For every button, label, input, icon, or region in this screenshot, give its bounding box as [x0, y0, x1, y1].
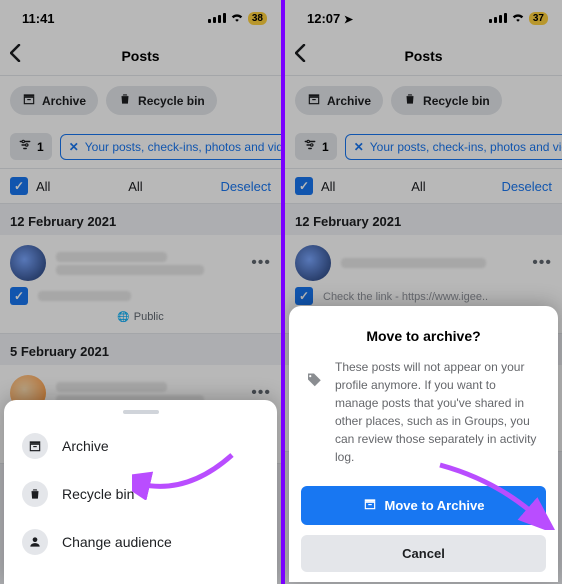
- trash-icon: [118, 92, 132, 109]
- sheet-recycle[interactable]: Recycle bin: [4, 470, 277, 518]
- post-menu-button[interactable]: •••: [532, 254, 552, 272]
- dialog-description: These posts will not appear on your prof…: [335, 358, 542, 466]
- filter-bar: 1 ✕ Your posts, check-ins, photos and vi…: [285, 125, 562, 169]
- select-all-center[interactable]: All: [128, 179, 142, 194]
- post-content: [56, 249, 241, 278]
- page-header: Posts: [0, 36, 281, 76]
- cancel-button-label: Cancel: [402, 546, 445, 561]
- date-header: 12 February 2021: [0, 204, 281, 235]
- filter-count: 1: [322, 140, 329, 154]
- wifi-icon: [230, 11, 244, 25]
- battery-badge: 37: [529, 12, 548, 25]
- select-all-center[interactable]: All: [411, 179, 425, 194]
- cancel-button[interactable]: Cancel: [301, 535, 546, 572]
- post-checkbox[interactable]: ✓: [295, 287, 313, 305]
- confirm-dialog: Move to archive? These posts will not ap…: [289, 306, 558, 582]
- move-to-archive-button[interactable]: Move to Archive: [301, 486, 546, 525]
- archive-icon: [307, 92, 321, 109]
- post-privacy: Public: [134, 311, 164, 323]
- deselect-link[interactable]: Deselect: [501, 179, 552, 194]
- selection-bar: ✓ All All Deselect: [285, 169, 562, 204]
- close-icon[interactable]: ✕: [69, 140, 79, 154]
- post-card: ••• ✓ 🌐 Public: [0, 235, 281, 334]
- phone-left: 11:41 38 Posts: [0, 0, 281, 584]
- filter-button[interactable]: 1: [295, 133, 337, 160]
- signal-icon: [489, 13, 507, 23]
- post-content: [341, 255, 522, 271]
- primary-button-label: Move to Archive: [385, 498, 485, 513]
- post-menu-button[interactable]: •••: [251, 254, 271, 272]
- recycle-pill-label: Recycle bin: [423, 94, 490, 108]
- selection-bar: ✓ All All Deselect: [0, 169, 281, 204]
- status-bar: 11:41 38: [0, 0, 281, 36]
- date-header: 12 February 2021: [285, 204, 562, 235]
- trash-icon: [403, 92, 417, 109]
- filter-icon: [18, 138, 32, 155]
- tag-icon: [305, 372, 323, 393]
- sheet-archive-label: Archive: [62, 438, 109, 454]
- close-icon[interactable]: ✕: [354, 140, 364, 154]
- post-checkbox[interactable]: ✓: [10, 287, 28, 305]
- drag-handle[interactable]: [123, 410, 159, 414]
- page-title: Posts: [34, 48, 271, 64]
- status-time: 12:07 ➤: [307, 11, 353, 26]
- sheet-archive[interactable]: Archive: [4, 422, 277, 470]
- filter-button[interactable]: 1: [10, 133, 52, 160]
- page-title: Posts: [319, 48, 552, 64]
- battery-badge: 38: [248, 12, 267, 25]
- archive-pill-label: Archive: [327, 94, 371, 108]
- select-all-checkbox[interactable]: ✓: [295, 177, 313, 195]
- archive-pill[interactable]: Archive: [10, 86, 98, 115]
- pill-bar: Archive Recycle bin: [0, 76, 281, 125]
- back-button[interactable]: [10, 44, 34, 67]
- filter-count: 1: [37, 140, 44, 154]
- filter-chip[interactable]: ✕ Your posts, check-ins, photos and vide…: [345, 134, 562, 160]
- filter-chip-label: Your posts, check-ins, photos and videos: [85, 140, 281, 154]
- avatar: [10, 245, 46, 281]
- audience-icon: [22, 529, 48, 555]
- filter-chip[interactable]: ✕ Your posts, check-ins, photos and vide…: [60, 134, 281, 160]
- globe-icon: 🌐: [117, 312, 129, 323]
- status-bar: 12:07 ➤ 37: [285, 0, 562, 36]
- date-header: 5 February 2021: [0, 334, 281, 365]
- filter-icon: [303, 138, 317, 155]
- pill-bar: Archive Recycle bin: [285, 76, 562, 125]
- archive-pill[interactable]: Archive: [295, 86, 383, 115]
- select-all-label: All: [36, 179, 50, 194]
- action-sheet: Archive Recycle bin Change audience: [4, 400, 277, 584]
- location-icon: ➤: [344, 14, 353, 26]
- avatar: [295, 245, 331, 281]
- archive-pill-label: Archive: [42, 94, 86, 108]
- select-all-label: All: [321, 179, 335, 194]
- phone-right: 12:07 ➤ 37 Posts: [281, 0, 562, 584]
- archive-icon: [363, 497, 377, 514]
- filter-bar: 1 ✕ Your posts, check-ins, photos and vi…: [0, 125, 281, 169]
- sheet-audience[interactable]: Change audience: [4, 518, 277, 566]
- select-all-checkbox[interactable]: ✓: [10, 177, 28, 195]
- back-button[interactable]: [295, 44, 319, 67]
- recycle-pill-label: Recycle bin: [138, 94, 205, 108]
- status-time: 11:41: [22, 11, 55, 26]
- deselect-link[interactable]: Deselect: [220, 179, 271, 194]
- page-header: Posts: [285, 36, 562, 76]
- sheet-recycle-label: Recycle bin: [62, 486, 134, 502]
- dialog-title: Move to archive?: [301, 328, 546, 344]
- archive-icon: [22, 433, 48, 459]
- wifi-icon: [511, 11, 525, 25]
- sheet-audience-label: Change audience: [62, 534, 172, 550]
- archive-icon: [22, 92, 36, 109]
- recycle-pill[interactable]: Recycle bin: [391, 86, 502, 115]
- signal-icon: [208, 13, 226, 23]
- filter-chip-label: Your posts, check-ins, photos and videos: [370, 140, 562, 154]
- post-subtext: Check the link - https://www.igee..: [323, 291, 552, 303]
- trash-icon: [22, 481, 48, 507]
- recycle-pill[interactable]: Recycle bin: [106, 86, 217, 115]
